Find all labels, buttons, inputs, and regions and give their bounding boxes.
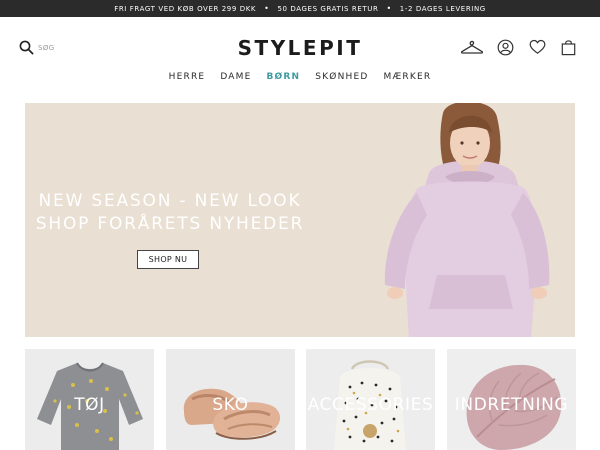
category-tile-shoes[interactable]: SKO <box>166 349 295 450</box>
hanger-icon <box>460 40 484 54</box>
category-tile-interior[interactable]: INDRETNING <box>447 349 576 450</box>
category-label-accessories: ACCESSORIES <box>307 395 434 415</box>
nav-item-maerker[interactable]: MÆRKER <box>384 72 432 82</box>
bag-icon <box>561 39 575 55</box>
main-nav: HERRE DAME BØRN SKØNHED MÆRKER <box>0 72 600 82</box>
hero-girl-hoodie-image <box>384 103 550 337</box>
hero-subheadline: SHOP FORÅRETS NYHEDER <box>35 214 305 234</box>
hero-headline: NEW SEASON - NEW LOOK <box>38 191 302 211</box>
page: FRI FRAGT VED KØB OVER 299 DKK • 50 DAGE… <box>0 0 600 450</box>
category-tile-accessories[interactable]: ACCESSORIES <box>306 349 435 450</box>
wishlist-button[interactable] <box>527 37 547 57</box>
promo-free-returns: 50 DAGES GRATIS RETUR <box>277 4 379 13</box>
account-icon <box>497 39 513 55</box>
nav-item-dame[interactable]: DAME <box>220 72 251 82</box>
nav-item-herre[interactable]: HERRE <box>169 72 206 82</box>
category-label-clothes: TØJ <box>74 395 105 415</box>
promo-separator: • <box>386 4 392 13</box>
shop-now-button[interactable]: SHOP NU <box>137 250 199 269</box>
promo-free-shipping: FRI FRAGT VED KØB OVER 299 DKK <box>114 4 257 13</box>
promo-separator: • <box>264 4 270 13</box>
account-button[interactable] <box>495 37 515 57</box>
nav-item-born[interactable]: BØRN <box>267 72 301 82</box>
category-label-interior: INDRETNING <box>454 395 569 415</box>
nav-item-skonhed[interactable]: SKØNHED <box>315 72 368 82</box>
category-label-shoes: SKO <box>212 395 249 415</box>
bag-button[interactable] <box>558 37 578 57</box>
category-tile-clothes[interactable]: TØJ <box>25 349 154 450</box>
hero-banner[interactable]: NEW SEASON - NEW LOOK SHOP FORÅRETS NYHE… <box>25 103 575 337</box>
heart-icon <box>529 39 545 54</box>
promo-delivery: 1-2 DAGES LEVERING <box>399 4 486 13</box>
promo-bar: FRI FRAGT VED KØB OVER 299 DKK • 50 DAGE… <box>0 0 600 17</box>
hanger-button[interactable] <box>460 37 484 57</box>
